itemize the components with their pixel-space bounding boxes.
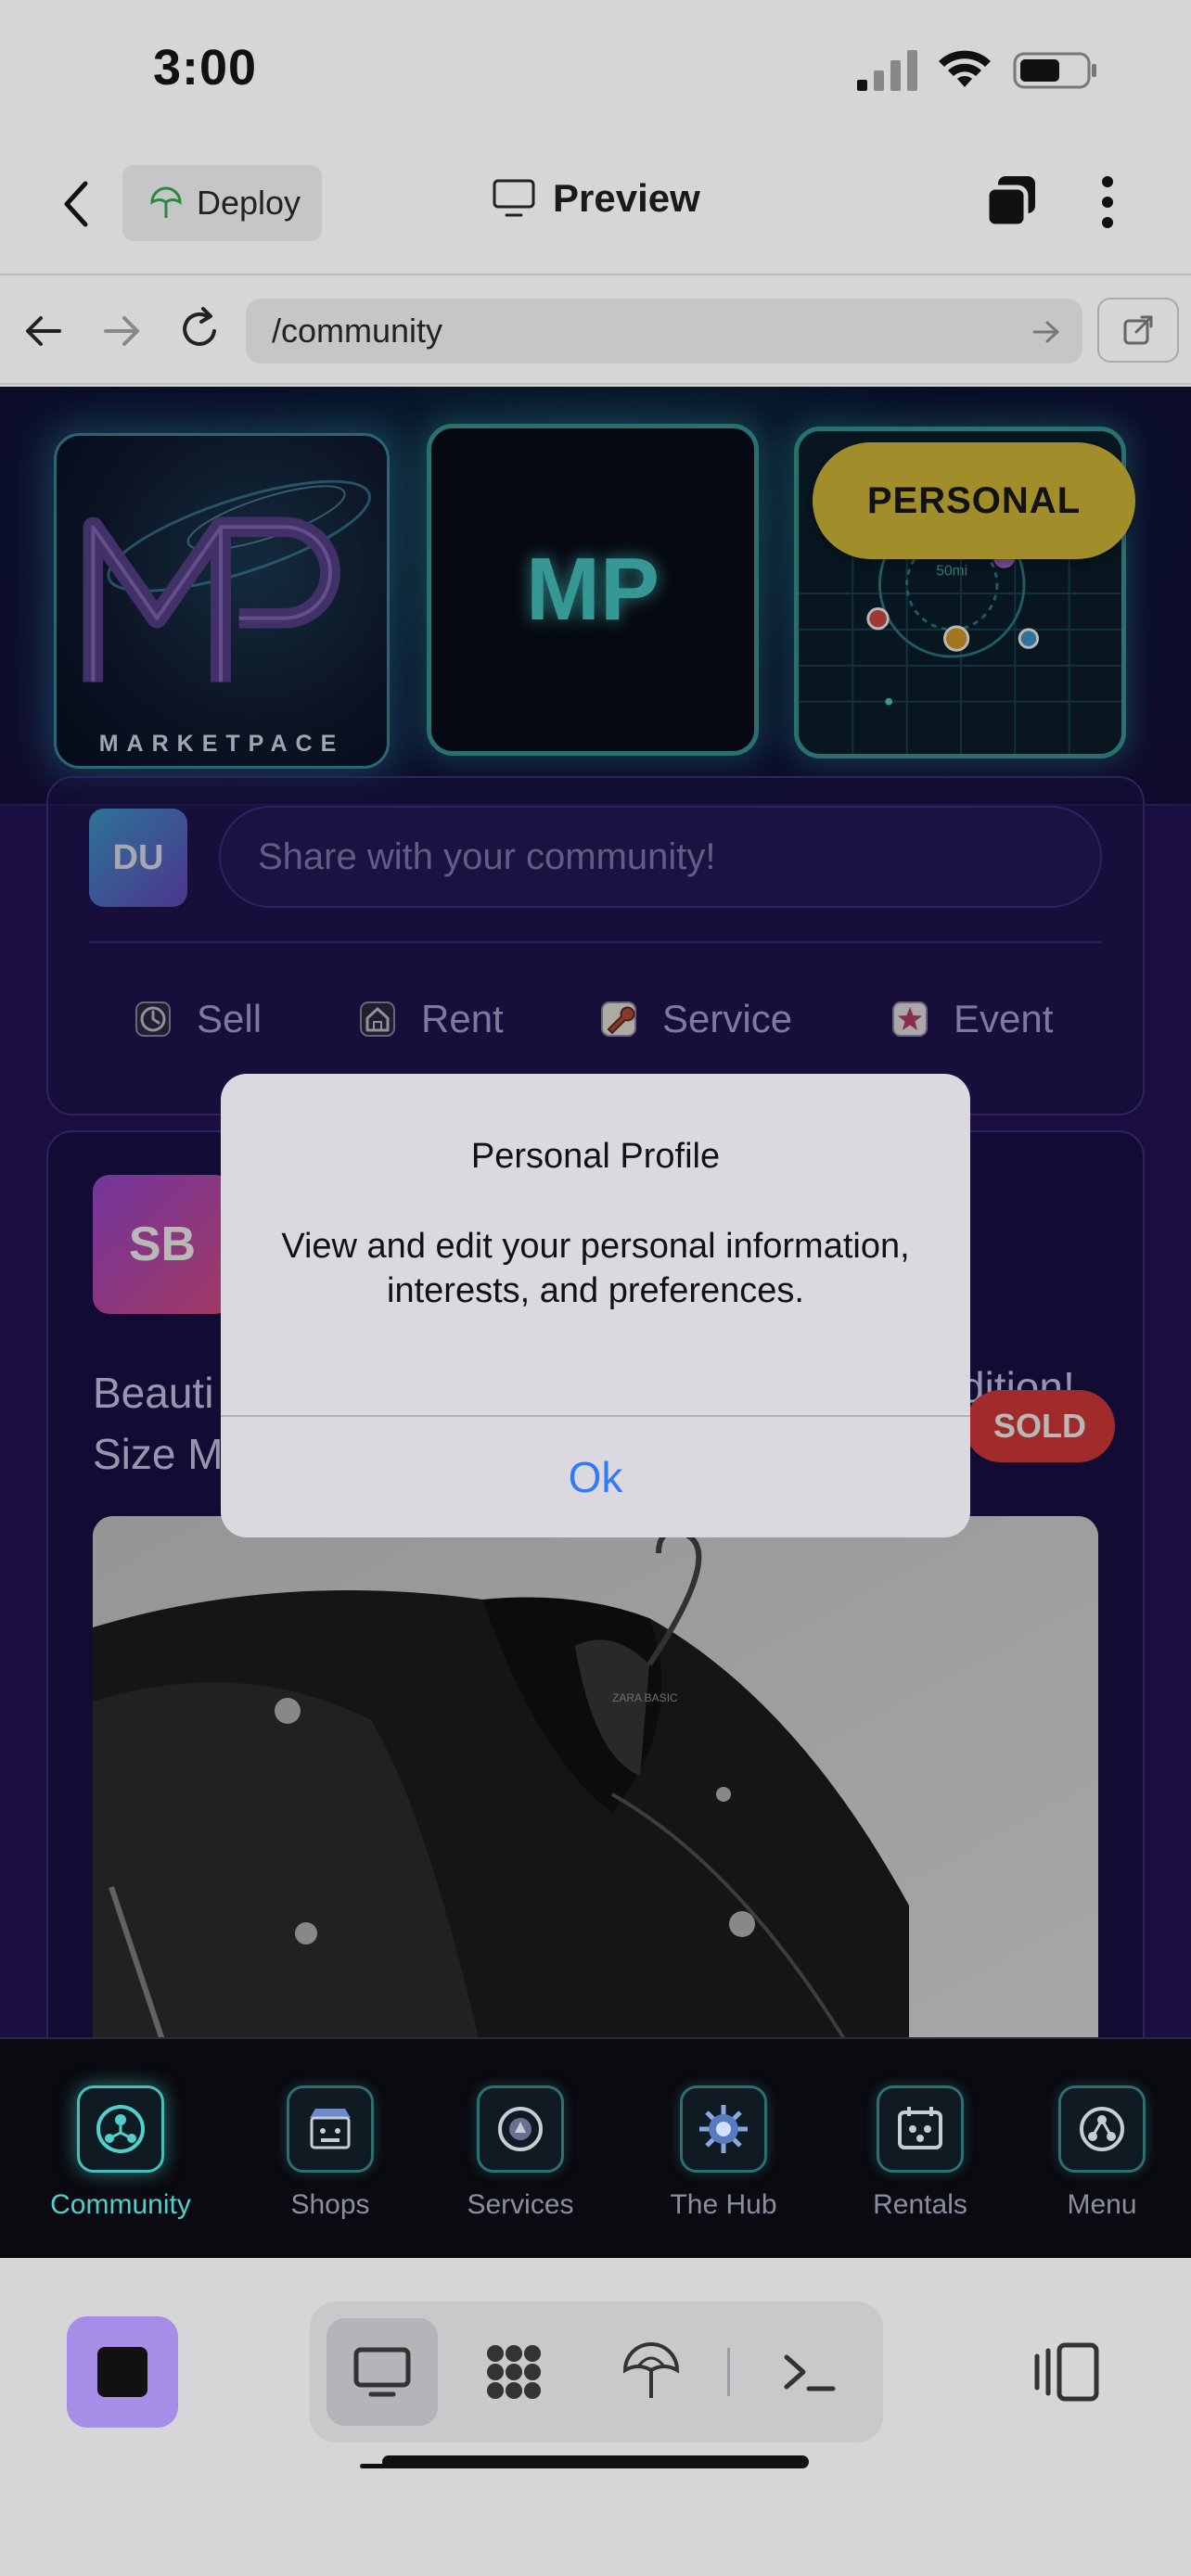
shops-tab-label: Shops [290, 2189, 370, 2220]
storefront-icon [310, 2109, 351, 2149]
stop-icon [97, 2347, 147, 2397]
app-header: Deploy Preview [0, 139, 1191, 274]
more-vertical-icon[interactable] [1095, 172, 1121, 232]
deploy-icon [622, 2342, 680, 2398]
alert-dialog: Personal Profile View and edit your pers… [221, 1074, 970, 1537]
preview-tool-button[interactable] [327, 2318, 438, 2426]
rentals-tab-label: Rentals [873, 2189, 967, 2220]
preview-title: Preview [492, 176, 700, 221]
deploy-button[interactable]: Deploy [122, 165, 322, 241]
wifi-icon [939, 50, 991, 87]
battery-icon [1013, 52, 1096, 89]
community-tab-icon-frame [77, 2085, 164, 2173]
shops-tab-icon-frame [287, 2085, 374, 2173]
reload-icon[interactable] [179, 307, 222, 351]
home-indicator [382, 2455, 809, 2468]
alert-message: View and edit your personal information,… [281, 1227, 910, 1310]
the-hub-tab-label: The Hub [670, 2189, 777, 2220]
ide-toolbar [0, 2258, 1191, 2576]
url-bar-row: /community [0, 274, 1191, 385]
community-tab-label: Community [50, 2189, 191, 2220]
the-hub-tab-icon-frame [680, 2085, 767, 2173]
tool-switcher [310, 2302, 883, 2442]
alert-title: Personal Profile [470, 1137, 721, 1176]
status-bar: 3:00 [0, 0, 1191, 139]
services-tab-label: Services [467, 2189, 574, 2220]
tab-shops[interactable]: Shops [247, 2085, 414, 2221]
back-chevron-icon[interactable] [58, 176, 95, 232]
toolbar-divider [727, 2348, 730, 2396]
tabs-icon[interactable] [981, 172, 1041, 232]
browser-back-icon[interactable] [24, 312, 63, 350]
deploy-icon [150, 186, 182, 218]
services-icon [498, 2107, 543, 2151]
status-time: 3:00 [153, 40, 258, 96]
calendar-icon [898, 2107, 942, 2149]
url-input[interactable]: /community [246, 299, 1082, 363]
tab-menu[interactable]: Menu [1018, 2085, 1185, 2221]
preview-title-text: Preview [553, 176, 700, 220]
monitor-icon [493, 179, 535, 217]
menu-tab-icon-frame [1058, 2085, 1146, 2173]
browser-forward-icon[interactable] [102, 312, 141, 350]
external-link-icon [1123, 315, 1153, 345]
tab-services[interactable]: Services [437, 2085, 604, 2221]
tab-community[interactable]: Community [37, 2085, 204, 2221]
tab-rentals[interactable]: Rentals [837, 2085, 1004, 2221]
cellular-signal-icon [857, 50, 917, 91]
stop-button[interactable] [67, 2316, 178, 2428]
open-external-button[interactable] [1097, 298, 1179, 363]
terminal-icon [784, 2354, 836, 2391]
menu-tab-label: Menu [1067, 2189, 1137, 2220]
ok-button[interactable]: Ok [221, 1417, 970, 1537]
app-bottom-nav: Community Shops Services The Hub Rentals… [0, 2037, 1191, 2258]
services-tab-icon-frame [477, 2085, 564, 2173]
url-text: /community [272, 312, 443, 350]
rentals-tab-icon-frame [877, 2085, 964, 2173]
device-toggle-icon[interactable] [1031, 2340, 1102, 2404]
deploy-tool-button[interactable] [596, 2318, 707, 2426]
grid-blobs-icon [487, 2345, 541, 2399]
hub-gear-icon [699, 2105, 748, 2153]
monitor-icon [353, 2347, 411, 2397]
menu-network-icon [1080, 2107, 1124, 2151]
tab-the-hub[interactable]: The Hub [640, 2085, 807, 2221]
deploy-label: Deploy [197, 184, 301, 222]
workspace-tool-button[interactable] [458, 2318, 570, 2426]
community-icon [96, 2105, 145, 2153]
go-arrow-icon[interactable] [1032, 319, 1060, 345]
screen: 3:00 Deploy Preview /community MARKETPAC… [0, 0, 1191, 2576]
shell-tool-button[interactable] [753, 2318, 864, 2426]
